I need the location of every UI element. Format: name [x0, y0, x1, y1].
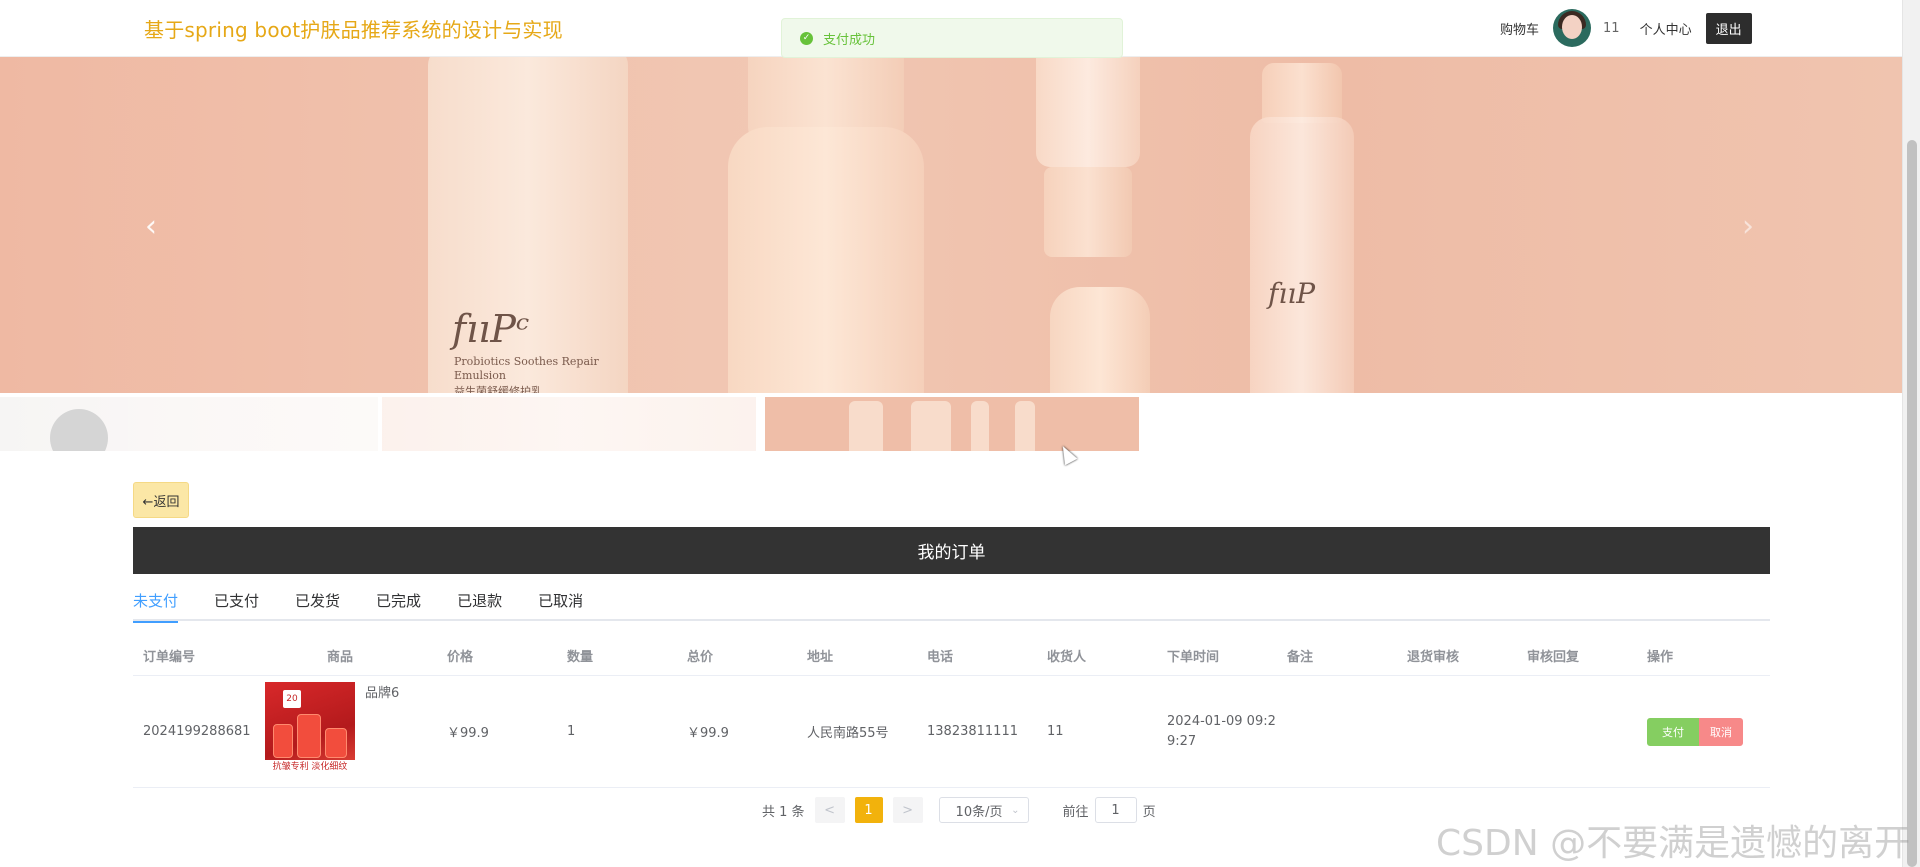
goods-cell: 20 抗皱专利 淡化细纹 品牌6 [257, 681, 437, 782]
column-header: 价格 [447, 650, 474, 665]
pagination-total: 共 1 条 [762, 804, 805, 820]
goto-suffix: 页 [1142, 804, 1156, 820]
orders-table: 订单编号 商品 价格 数量 总价 地址 电话 收货人 下单时间 备注 退货审核 … [133, 636, 1770, 788]
bottle-label-line2: Emulsion [454, 369, 506, 382]
goods-badge: 20 [283, 689, 301, 708]
goto-label: 前往 [1062, 804, 1089, 820]
logout-button[interactable]: 退出 [1705, 12, 1752, 44]
check-circle-icon: ✓ [800, 31, 813, 45]
banner-bottle [728, 127, 924, 393]
avatar-face [1562, 15, 1583, 39]
tab-unpaid[interactable]: 未支付 [133, 586, 179, 623]
column-header: 电话 [927, 650, 954, 665]
column-header: 下单时间 [1167, 650, 1220, 665]
goto-page-input[interactable] [1094, 797, 1137, 823]
thumbnail-product [849, 401, 883, 451]
bottle-label-cn: 益生菌舒缓修护乳 [454, 385, 542, 393]
next-page-button[interactable]: > [892, 797, 923, 823]
receiver: 11 [1047, 724, 1064, 739]
thumbnail-3[interactable] [765, 397, 1139, 451]
goods-jar [297, 713, 321, 758]
thumbnail-product [50, 409, 108, 451]
thumbnail-product [911, 401, 951, 451]
page-number-current[interactable]: 1 [854, 797, 883, 823]
goods-jar [273, 723, 293, 758]
thumbnail-product [1015, 401, 1035, 451]
table-row: 2024199288681 20 抗皱专利 淡化细纹 品牌6 ￥99.9 1 ￥… [133, 676, 1770, 788]
back-button[interactable]: ←返回 [133, 482, 189, 518]
page-size-value: 10条/页 [955, 804, 1003, 820]
brand-logo: fııP [1268, 277, 1316, 310]
total-price: ￥99.9 [687, 726, 729, 741]
tab-refunded[interactable]: 已退款 [457, 586, 502, 621]
orders-title-bar: 我的订单 [133, 527, 1770, 574]
pagination: 共 1 条 < 1 > 10条/页 ⌄ 前往 页 [762, 797, 1156, 823]
page-title: 我的订单 [917, 543, 986, 563]
goods-name: 品牌6 [365, 685, 400, 701]
thumbnail-1[interactable] [0, 397, 378, 451]
banner-tube [1036, 57, 1140, 167]
column-header: 收货人 [1047, 650, 1087, 665]
column-header: 审核回复 [1527, 650, 1580, 665]
pay-button[interactable]: 支付 [1647, 717, 1699, 746]
order-time-line2: 9:27 [1167, 733, 1197, 749]
prev-page-button[interactable]: < [814, 797, 845, 823]
carousel-thumbnails [0, 397, 1902, 451]
brand-logo: fııPᶜ [452, 307, 530, 351]
thumbnail-2[interactable] [382, 397, 756, 451]
banner-tube-cap [1044, 167, 1132, 257]
phone: 13823811111 [927, 724, 1018, 739]
carousel-prev-arrow[interactable]: ‹ [145, 209, 157, 244]
csdn-watermark: CSDN @不要满是遗憾的离开 [1436, 823, 1911, 864]
row-actions: 支付 取消 [1637, 717, 1767, 746]
goods-jar [325, 727, 347, 758]
banner-bottle [1050, 287, 1150, 393]
page-scrollbar[interactable] [1902, 0, 1920, 867]
page-size-select[interactable]: 10条/页 ⌄ [938, 797, 1029, 823]
column-header: 商品 [327, 650, 354, 665]
goods-image[interactable]: 20 抗皱专利 淡化细纹 [265, 681, 355, 774]
column-header: 退货审核 [1407, 650, 1460, 665]
profile-link[interactable]: 个人中心 [1640, 19, 1692, 38]
order-status-tabs: 未支付 已支付 已发货 已完成 已退款 已取消 [133, 586, 1770, 623]
price: ￥99.9 [447, 726, 489, 741]
goods-image-caption: 抗皱专利 淡化细纹 [265, 759, 355, 774]
toast-message: 支付成功 [823, 32, 876, 48]
order-time: 2024-01-09 09:2 9:27 [1157, 712, 1277, 752]
header-right-nav: 购物车 11 个人中心 退出 [1500, 8, 1752, 48]
thumbnail-product [971, 401, 989, 451]
quantity: 1 [567, 724, 576, 739]
scrollbar-thumb[interactable] [1907, 140, 1917, 867]
column-header: 操作 [1647, 650, 1674, 665]
success-toast: ✓ 支付成功 [781, 18, 1123, 58]
avatar[interactable] [1553, 9, 1592, 47]
carousel-next-arrow[interactable]: › [1742, 209, 1754, 244]
chevron-down-icon: ⌄ [1011, 804, 1020, 816]
cancel-button[interactable]: 取消 [1699, 717, 1743, 746]
column-header: 备注 [1287, 650, 1314, 665]
tab-cancelled[interactable]: 已取消 [538, 586, 583, 621]
site-title[interactable]: 基于spring boot护肤品推荐系统的设计与实现 [144, 14, 563, 43]
banner-carousel: fııPᶜ Probiotics Soothes Repair Emulsion… [0, 57, 1902, 393]
address: 人民南路55号 [807, 726, 889, 741]
column-header: 数量 [567, 650, 594, 665]
column-header: 地址 [807, 650, 834, 665]
cart-link[interactable]: 购物车 [1500, 19, 1539, 38]
tab-completed[interactable]: 已完成 [376, 586, 421, 621]
tab-paid[interactable]: 已支付 [214, 586, 259, 621]
bottle-label-line1: Probiotics Soothes Repair [454, 355, 599, 368]
table-header: 订单编号 商品 价格 数量 总价 地址 电话 收货人 下单时间 备注 退货审核 … [133, 636, 1770, 676]
banner-bottle-cap [1262, 63, 1342, 123]
banner-background [0, 57, 1902, 393]
username: 11 [1603, 20, 1620, 36]
order-time-line1: 2024-01-09 09:2 [1167, 713, 1276, 729]
tab-shipped[interactable]: 已发货 [295, 586, 340, 621]
banner-bottle [1250, 117, 1354, 393]
order-number: 2024199288681 [143, 724, 251, 739]
column-header: 总价 [687, 650, 714, 665]
column-header: 订单编号 [143, 650, 196, 665]
